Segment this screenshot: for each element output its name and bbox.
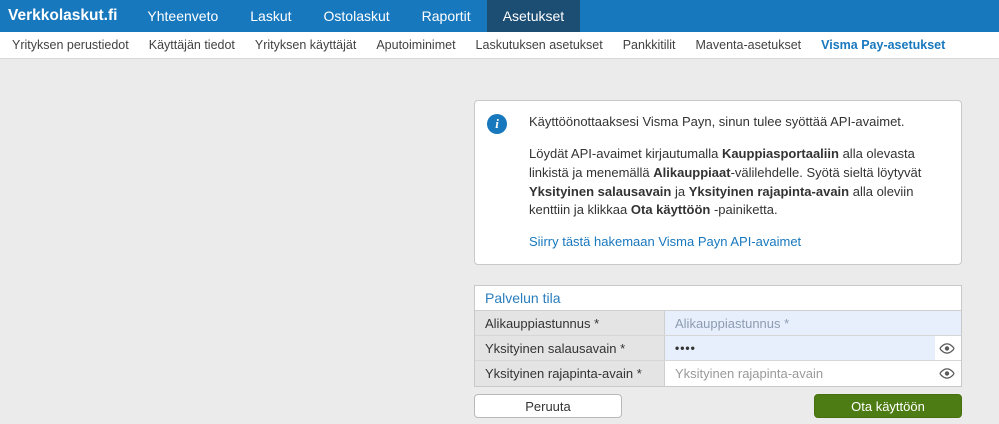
info-paragraph-2: Löydät API-avaimet kirjautumalla Kauppia… <box>529 145 947 220</box>
private-secret-key-input[interactable] <box>665 336 935 360</box>
info-seg-bold: Kauppiasportaaliin <box>722 146 839 161</box>
nav-item-asetukset[interactable]: Asetukset <box>487 0 580 32</box>
top-navbar: Verkkolaskut.fi Yhteenveto Laskut Ostola… <box>0 0 999 32</box>
api-keys-link[interactable]: Siirry tästä hakemaan Visma Payn API-ava… <box>529 233 801 252</box>
info-box: i Käyttöönottaaksesi Visma Payn, sinun t… <box>474 100 962 265</box>
activate-button[interactable]: Ota käyttöön <box>814 394 962 418</box>
cancel-button[interactable]: Peruuta <box>474 394 622 418</box>
private-secret-key-label: Yksityinen salausavain * <box>475 336 665 360</box>
settings-subnav: Yrityksen perustiedot Käyttäjän tiedot Y… <box>0 32 999 59</box>
nav-item-laskut[interactable]: Laskut <box>234 0 307 32</box>
main-area: i Käyttöönottaaksesi Visma Payn, sinun t… <box>0 59 999 424</box>
info-seg-bold: Ota käyttöön <box>631 202 710 217</box>
info-seg-bold: Yksityinen rajapinta-avain <box>689 184 849 199</box>
info-seg: ja <box>671 184 688 199</box>
nav-item-yhteenveto[interactable]: Yhteenveto <box>131 0 234 32</box>
info-seg-bold: Yksityinen salausavain <box>529 184 671 199</box>
info-seg: -painiketta. <box>710 202 777 217</box>
submerchant-id-cell <box>665 311 961 335</box>
subnav-item-yrityksen-perustiedot[interactable]: Yrityksen perustiedot <box>2 38 139 52</box>
info-paragraph-1: Käyttöönottaaksesi Visma Payn, sinun tul… <box>529 113 947 132</box>
submerchant-id-input[interactable] <box>665 311 961 335</box>
submerchant-id-label: Alikauppiastunnus * <box>475 311 665 335</box>
eye-icon[interactable] <box>938 365 956 382</box>
info-icon: i <box>487 114 507 134</box>
button-row: Peruuta Ota käyttöön <box>474 394 962 418</box>
subnav-item-aputoiminimet[interactable]: Aputoiminimet <box>366 38 465 52</box>
visma-pay-settings-panel: i Käyttöönottaaksesi Visma Payn, sinun t… <box>474 59 962 418</box>
subnav-item-yrityksen-kayttajat[interactable]: Yrityksen käyttäjät <box>245 38 366 52</box>
nav-item-ostolaskut[interactable]: Ostolaskut <box>308 0 406 32</box>
info-text: Käyttöönottaaksesi Visma Payn, sinun tul… <box>529 113 947 252</box>
table-title: Palvelun tila <box>475 286 961 311</box>
subnav-item-laskutuksen-asetukset[interactable]: Laskutuksen asetukset <box>466 38 613 52</box>
subnav-item-kayttajan-tiedot[interactable]: Käyttäjän tiedot <box>139 38 245 52</box>
private-api-key-cell <box>665 361 961 386</box>
subnav-item-pankkitilit[interactable]: Pankkitilit <box>613 38 686 52</box>
private-secret-key-cell <box>665 336 961 360</box>
info-seg: -välilehdelle. Syötä sieltä löytyvät <box>731 165 922 180</box>
private-api-key-label: Yksityinen rajapinta-avain * <box>475 361 665 386</box>
info-seg: Löydät API-avaimet kirjautumalla <box>529 146 722 161</box>
brand-logo[interactable]: Verkkolaskut.fi <box>0 0 131 32</box>
nav-item-raportit[interactable]: Raportit <box>406 0 487 32</box>
table-row: Yksityinen salausavain * <box>475 336 961 361</box>
private-api-key-input[interactable] <box>665 361 935 386</box>
service-status-table: Palvelun tila Alikauppiastunnus * Yksity… <box>474 285 962 387</box>
subnav-item-maventa-asetukset[interactable]: Maventa-asetukset <box>686 38 812 52</box>
info-seg-bold: Alikauppiaat <box>653 165 730 180</box>
table-row: Alikauppiastunnus * <box>475 311 961 336</box>
subnav-item-visma-pay-asetukset[interactable]: Visma Pay-asetukset <box>811 38 955 52</box>
eye-icon[interactable] <box>938 340 956 357</box>
table-row: Yksityinen rajapinta-avain * <box>475 361 961 386</box>
